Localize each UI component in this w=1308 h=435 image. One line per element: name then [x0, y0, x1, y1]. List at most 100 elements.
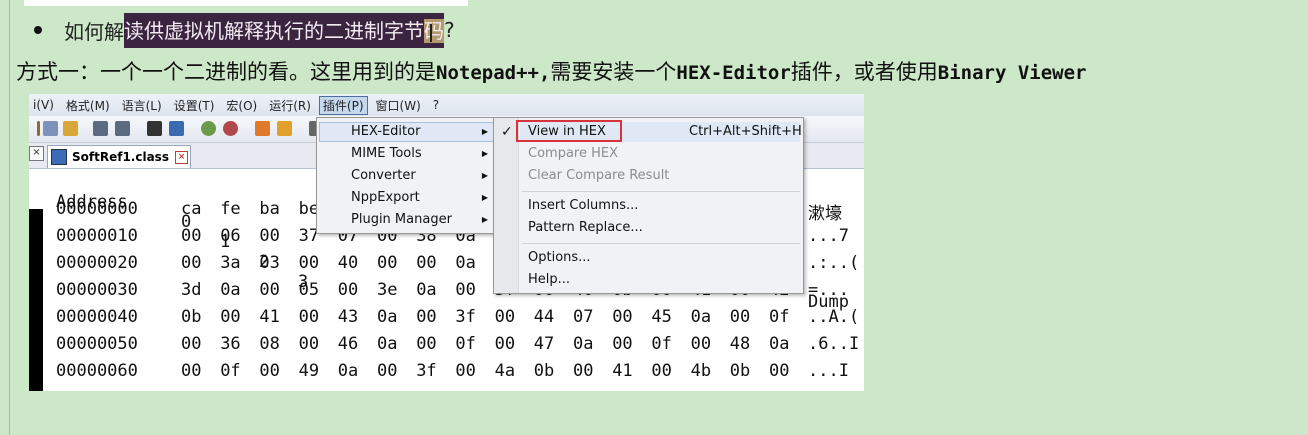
top-white-strip [24, 0, 468, 6]
plugin-item-converter[interactable]: Converter [351, 166, 416, 186]
find-icon[interactable] [147, 121, 162, 136]
cut-icon[interactable] [37, 121, 40, 136]
hex-byte: 3f [416, 361, 437, 381]
hex-byte: 36 [220, 334, 241, 354]
question-highlight[interactable]: 读供虚拟机解释执行的二进制字节码 [124, 12, 444, 48]
hex-byte: 00 [416, 334, 437, 354]
redo-icon[interactable] [115, 121, 130, 136]
hex-byte: 00 [298, 334, 320, 354]
hex-byte: 0f [455, 334, 476, 354]
menu-run[interactable]: 运行(R) [265, 97, 315, 114]
hex-header-row: Address 0 1 2 3 Dump [56, 172, 849, 312]
hex-byte: 00 [573, 361, 594, 381]
hex-byte: 00 [220, 307, 241, 327]
sync-v-icon[interactable] [255, 121, 270, 136]
zoom-in-icon[interactable] [201, 121, 216, 136]
menu-item-pattern-replace[interactable]: Pattern Replace... [528, 218, 643, 238]
hex-dump-text: 漱壕 [808, 204, 842, 224]
zoom-out-icon[interactable] [223, 121, 238, 136]
hex-byte: 00 [416, 307, 437, 327]
sync-h-icon[interactable] [277, 121, 292, 136]
menu-language[interactable]: 语言(L) [118, 97, 166, 114]
hex-byte: 0f [769, 307, 790, 327]
alt-tool-name: Binary Viewer [937, 62, 1087, 84]
menu-view[interactable]: i(V) [29, 98, 58, 112]
hex-byte: 00 [769, 361, 790, 381]
menu-item-help[interactable]: Help... [528, 270, 570, 290]
hex-byte: 0a [769, 334, 790, 354]
hex-byte: 0b [181, 307, 202, 327]
hex-byte: 00 [298, 307, 320, 327]
menu-format[interactable]: 格式(M) [62, 97, 114, 114]
hex-byte: 00 [455, 361, 476, 381]
question-prefix: 如何解 [64, 19, 124, 44]
hex-byte: 41 [259, 307, 280, 327]
copy-icon[interactable] [43, 121, 58, 136]
hex-byte: 00 [494, 307, 516, 327]
plugin-item-plugin-manager[interactable]: Plugin Manager [351, 210, 452, 230]
hex-byte: 00 [455, 280, 476, 300]
hex-byte: 00 [729, 307, 751, 327]
plugins-menu: HEX-Editor ▶ MIME Tools ▶ Converter ▶ Np… [316, 117, 497, 234]
paste-icon[interactable] [63, 121, 78, 136]
plugin-item-nppexport[interactable]: NppExport [351, 188, 420, 208]
hex-address: 00000000 [56, 199, 138, 219]
menu-macro[interactable]: 宏(O) [222, 97, 261, 114]
hex-byte: 0f [651, 334, 672, 354]
menu-item-clear-compare[interactable]: Clear Compare Result [528, 166, 669, 186]
menu-separator [522, 243, 800, 244]
plugin-item-mime-tools[interactable]: MIME Tools [351, 144, 422, 164]
replace-icon[interactable] [169, 121, 184, 136]
hex-dump-text: .:..( [808, 253, 860, 273]
hex-byte: 06 [220, 226, 241, 246]
hex-byte: 4a [494, 361, 516, 381]
menu-plugins[interactable]: 插件(P) [318, 95, 368, 115]
hex-dump-text: =... [808, 280, 849, 300]
hex-byte: 00 [259, 226, 280, 246]
hex-byte: 3e [377, 280, 398, 300]
hex-address: 00000010 [56, 226, 138, 246]
hex-byte: 3a [220, 253, 241, 273]
tab-softref1[interactable]: SoftRef1.class × [47, 145, 191, 168]
hex-byte: 48 [729, 334, 751, 354]
hex-byte: 44 [533, 307, 555, 327]
hex-address: 00000060 [56, 361, 138, 381]
tab-close-icon[interactable]: × [174, 150, 188, 164]
hex-byte: 0a [690, 307, 712, 327]
pane-close-icon[interactable]: × [29, 146, 44, 161]
left-border [9, 0, 10, 435]
hex-byte: 00 [612, 307, 633, 327]
hex-byte: 00 [337, 280, 359, 300]
submenu-arrow-icon: ▶ [481, 193, 488, 202]
hex-byte: 0a [337, 361, 359, 381]
hex-byte: 00 [416, 253, 437, 273]
menu-item-options[interactable]: Options... [528, 248, 591, 268]
menu-window[interactable]: 窗口(W) [372, 97, 425, 114]
hex-byte: 0b [729, 361, 751, 381]
hex-byte: fe [220, 199, 241, 219]
tab-label: SoftRef1.class [72, 150, 169, 164]
view-in-hex-shortcut: Ctrl+Alt+Shift+H [689, 124, 802, 139]
menu-help[interactable]: ? [429, 98, 443, 112]
hex-editor-submenu: ✓ View in HEX Ctrl+Alt+Shift+H Compare H… [493, 117, 804, 294]
hex-byte: 0a [573, 334, 594, 354]
file-icon [51, 149, 67, 165]
bullet-icon [34, 26, 42, 34]
check-icon: ✓ [501, 124, 513, 140]
hex-byte: 3f [455, 307, 476, 327]
menu-settings[interactable]: 设置(T) [170, 97, 219, 114]
hex-byte: ca [181, 199, 202, 219]
menu-item-compare-hex[interactable]: Compare HEX [528, 144, 618, 164]
method-after-plugin: 插件，或者使用 [790, 60, 938, 84]
menu-item-insert-columns[interactable]: Insert Columns... [528, 196, 638, 216]
hex-byte: 0a [377, 334, 398, 354]
menu-item-view-in-hex[interactable]: View in HEX [528, 122, 606, 142]
hex-byte: 49 [298, 361, 320, 381]
plugin-item-hex-editor[interactable]: HEX-Editor [351, 122, 420, 142]
question-highlight-tail: 码 [424, 18, 444, 43]
hex-byte: 0b [533, 361, 555, 381]
hex-dump-text: ...I [808, 361, 849, 381]
hex-byte: 00 [181, 334, 202, 354]
undo-icon[interactable] [93, 121, 108, 136]
hex-byte: 46 [337, 334, 359, 354]
